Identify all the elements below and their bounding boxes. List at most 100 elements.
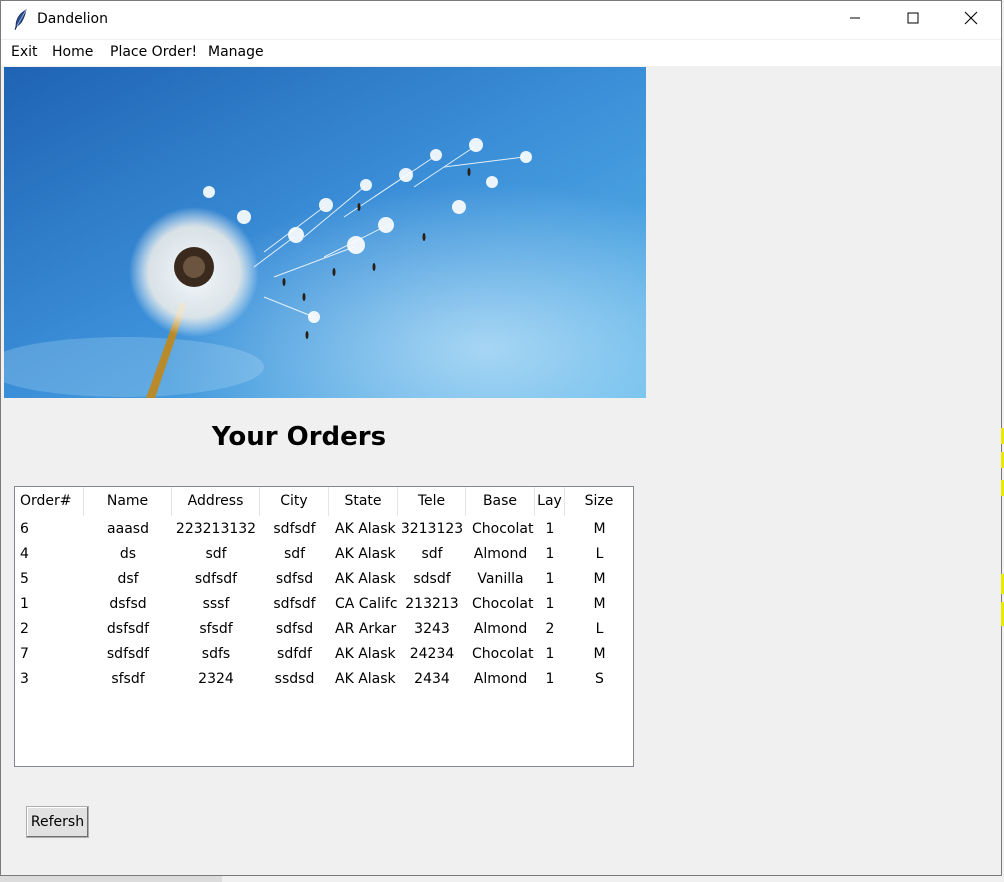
cell-address: 2324 <box>198 671 234 687</box>
table-row[interactable]: 4 ds sdf sdf AK Alask sdf Almond 1 L <box>15 542 633 567</box>
cell-state: AK Alask <box>335 521 396 537</box>
column-header-lay[interactable]: Lay <box>535 487 565 516</box>
cell-base: Almond <box>473 671 528 687</box>
app-window: Dandelion Exit Home Place Order! Manage <box>0 0 1002 876</box>
cell-tele: 213213 <box>405 596 459 612</box>
cell-size: M <box>593 521 606 537</box>
cell-city: sdfsd <box>275 621 314 637</box>
cell-state: AR Arkar <box>335 621 397 637</box>
column-header-order[interactable]: Order# <box>15 487 84 516</box>
cell-lay: 1 <box>545 596 555 612</box>
cell-size: M <box>593 646 606 662</box>
close-icon <box>964 11 978 29</box>
cell-order: 3 <box>20 671 29 687</box>
cell-order: 6 <box>20 521 29 537</box>
cell-base: Vanilla <box>477 571 524 587</box>
cell-size: S <box>595 671 604 687</box>
cell-city: sdfdf <box>277 646 312 662</box>
cell-name: dsf <box>117 571 139 587</box>
cell-lay: 1 <box>545 521 555 537</box>
column-header-base[interactable]: Base <box>466 487 535 516</box>
dandelion-banner-image <box>4 67 646 398</box>
cell-address: sdf <box>205 546 227 562</box>
cell-name: dsfsdf <box>106 621 150 637</box>
cell-state: AK Alask <box>335 571 396 587</box>
cell-lay: 1 <box>545 646 555 662</box>
cell-size: M <box>593 571 606 587</box>
cell-name: sdfsdf <box>106 646 150 662</box>
cell-base: Almond <box>473 546 528 562</box>
cell-order: 4 <box>20 546 29 562</box>
table-row[interactable]: 5 dsf sdfsdf sdfsd AK Alask sdsdf Vanill… <box>15 567 633 592</box>
cell-tele: 3243 <box>414 621 450 637</box>
cell-address: 223213132 <box>175 521 257 537</box>
cell-order: 2 <box>20 621 29 637</box>
column-header-size[interactable]: Size <box>565 487 633 516</box>
title-bar[interactable]: Dandelion <box>1 1 1001 39</box>
cell-state: AK Alask <box>335 671 396 687</box>
cell-base: Chocolat <box>472 596 534 612</box>
cell-lay: 1 <box>545 571 555 587</box>
cell-base: Almond <box>473 621 528 637</box>
cell-base: Chocolat <box>472 646 534 662</box>
cell-address: sssf <box>202 596 230 612</box>
column-header-city[interactable]: City <box>260 487 329 516</box>
column-header-tele[interactable]: Tele <box>398 487 466 516</box>
cell-size: M <box>593 596 606 612</box>
cell-city: sdfsdf <box>273 596 316 612</box>
cell-tele: 3213123 <box>400 521 464 537</box>
cell-lay: 2 <box>545 621 555 637</box>
menu-exit[interactable]: Exit <box>11 44 38 60</box>
cell-size: L <box>595 621 604 637</box>
cell-state: CA Califc <box>335 596 398 612</box>
page-heading: Your Orders <box>211 422 387 452</box>
window-title: Dandelion <box>37 11 108 27</box>
cell-size: L <box>595 546 604 562</box>
menu-place-order[interactable]: Place Order! <box>110 44 197 60</box>
cell-order: 5 <box>20 571 29 587</box>
maximize-icon <box>907 12 919 28</box>
minimize-icon <box>849 12 861 28</box>
table-row[interactable]: 1 dsfsd sssf sdfsdf CA Califc 213213 Cho… <box>15 592 633 617</box>
cell-name: sfsdf <box>111 671 145 687</box>
cell-order: 1 <box>20 596 29 612</box>
cell-city: ssdsd <box>274 671 315 687</box>
cell-address: sdfsdf <box>194 571 238 587</box>
table-header: Order# Name Address City State Tele Base… <box>15 487 633 516</box>
cell-state: AK Alask <box>335 646 396 662</box>
maximize-button[interactable] <box>884 1 942 39</box>
menu-home[interactable]: Home <box>52 44 93 60</box>
cell-tele: 2434 <box>414 671 450 687</box>
cell-name: ds <box>119 546 137 562</box>
close-button[interactable] <box>942 1 1000 39</box>
cell-city: sdfsdf <box>273 521 316 537</box>
cell-name: dsfsd <box>109 596 147 612</box>
cell-base: Chocolat <box>472 521 534 537</box>
cell-address: sdfs <box>201 646 231 662</box>
menu-manage[interactable]: Manage <box>208 44 264 60</box>
cell-state: AK Alask <box>335 546 396 562</box>
cell-order: 7 <box>20 646 29 662</box>
column-header-address[interactable]: Address <box>172 487 260 516</box>
refresh-button[interactable]: Refersh <box>26 806 89 838</box>
table-row[interactable]: 7 sdfsdf sdfs sdfdf AK Alask 24234 Choco… <box>15 642 633 667</box>
cell-lay: 1 <box>545 671 555 687</box>
cell-tele: sdsdf <box>413 571 451 587</box>
minimize-button[interactable] <box>826 1 884 39</box>
cell-tele: sdf <box>421 546 443 562</box>
menu-bar: Exit Home Place Order! Manage <box>1 39 1001 66</box>
column-header-name[interactable]: Name <box>84 487 172 516</box>
table-row[interactable]: 2 dsfsdf sfsdf sdfsd AR Arkar 3243 Almon… <box>15 617 633 642</box>
table-row[interactable]: 6 aaasd 223213132 sdfsdf AK Alask 321312… <box>15 517 633 542</box>
background-taskbar-strip <box>0 876 222 882</box>
cell-city: sdfsd <box>275 571 314 587</box>
cell-name: aaasd <box>107 521 149 537</box>
column-header-state[interactable]: State <box>329 487 398 516</box>
feather-icon <box>13 9 29 31</box>
cell-tele: 24234 <box>409 646 455 662</box>
cell-lay: 1 <box>545 546 555 562</box>
table-row[interactable]: 3 sfsdf 2324 ssdsd AK Alask 2434 Almond … <box>15 667 633 692</box>
orders-table[interactable]: Order# Name Address City State Tele Base… <box>14 486 634 767</box>
cell-city: sdf <box>283 546 306 562</box>
cell-address: sfsdf <box>199 621 233 637</box>
